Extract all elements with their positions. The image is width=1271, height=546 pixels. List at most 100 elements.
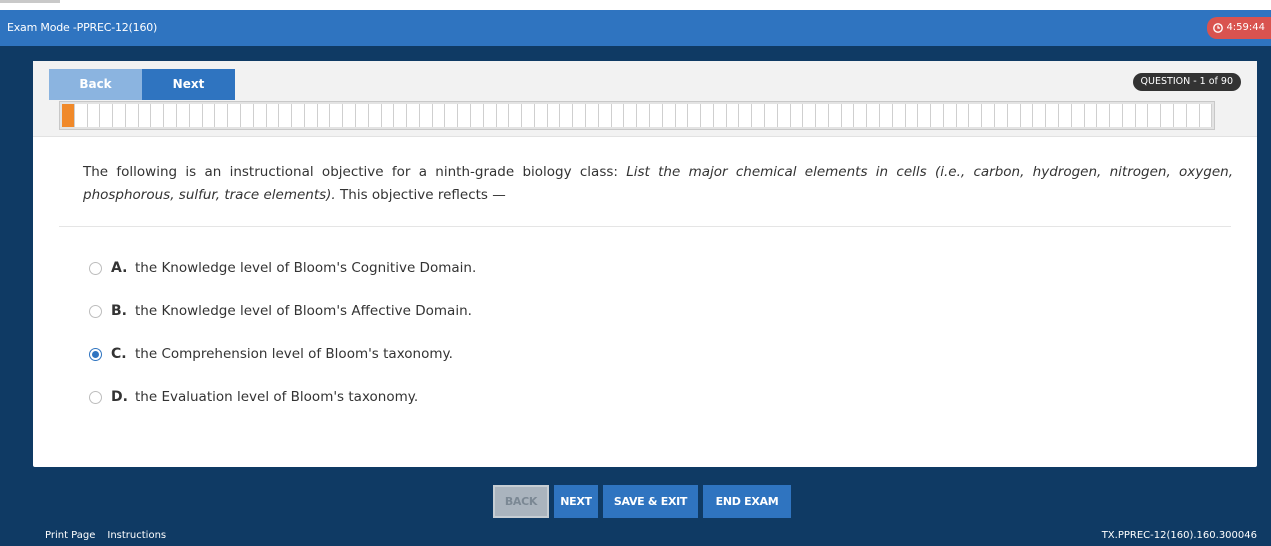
progress-cell[interactable] [956,104,970,127]
progress-cell[interactable] [240,104,254,127]
progress-cell[interactable] [343,104,356,127]
progress-cell[interactable] [151,104,165,127]
progress-cell[interactable] [445,104,459,127]
option-c-radio[interactable] [89,348,102,361]
progress-cell[interactable] [892,104,906,127]
option-b[interactable]: B. the Knowledge level of Bloom's Affect… [89,300,989,343]
progress-cell[interactable] [918,104,932,127]
progress-cell[interactable] [74,104,88,127]
progress-cell[interactable] [943,104,957,127]
progress-cell[interactable] [202,104,216,127]
progress-cell[interactable] [189,104,203,127]
option-a[interactable]: A. the Knowledge level of Bloom's Cognit… [89,257,989,300]
end-exam-button[interactable]: END EXAM [703,485,791,518]
progress-cell[interactable] [394,104,408,127]
progress-cell[interactable] [624,104,638,127]
progress-cell[interactable] [1007,104,1021,127]
progress-cell[interactable] [777,104,791,127]
progress-cell[interactable] [790,104,804,127]
progress-cell[interactable] [381,104,395,127]
progress-cell[interactable] [1097,104,1111,127]
next-action-button[interactable]: NEXT [554,485,598,518]
progress-cell[interactable] [880,104,893,127]
instructions-link[interactable]: Instructions [107,530,166,541]
option-d-radio[interactable] [89,391,102,404]
progress-cell[interactable] [62,104,75,127]
option-c[interactable]: C. the Comprehension level of Bloom's ta… [89,343,989,386]
progress-cell[interactable] [100,104,114,127]
progress-cell[interactable] [113,104,126,127]
progress-cell[interactable] [752,104,765,127]
progress-cell[interactable] [1161,104,1174,127]
progress-cell[interactable] [739,104,753,127]
progress-cell[interactable] [1046,104,1059,127]
progress-cell[interactable] [1148,104,1162,127]
progress-cell[interactable] [419,104,433,127]
progress-cell[interactable] [764,104,778,127]
progress-cell[interactable] [841,104,855,127]
progress-cell[interactable] [1020,104,1034,127]
progress-cell[interactable] [1199,104,1213,127]
progress-cell[interactable] [138,104,152,127]
progress-cell[interactable] [867,104,880,127]
progress-cell[interactable] [522,104,535,127]
progress-cell[interactable] [1110,104,1123,127]
save-exit-button[interactable]: SAVE & EXIT [603,485,698,518]
progress-cell[interactable] [573,104,587,127]
progress-cell[interactable] [828,104,842,127]
progress-cell[interactable] [304,104,318,127]
progress-cell[interactable] [292,104,305,127]
progress-cell[interactable] [266,104,280,127]
progress-cell[interactable] [317,104,331,127]
progress-cell[interactable] [649,104,663,127]
progress-cell[interactable] [279,104,293,127]
progress-cell[interactable] [982,104,996,127]
progress-cell[interactable] [330,104,344,127]
progress-cell[interactable] [509,104,523,127]
progress-cell[interactable] [355,104,369,127]
progress-cell[interactable] [1071,104,1085,127]
progress-cell[interactable] [483,104,497,127]
progress-cell[interactable] [1186,104,1200,127]
progress-cell[interactable] [905,104,919,127]
progress-cell[interactable] [995,104,1008,127]
progress-cell[interactable] [611,104,625,127]
progress-cell[interactable] [854,104,868,127]
progress-cell[interactable] [87,104,101,127]
progress-cell[interactable] [713,104,727,127]
back-action-button[interactable]: BACK [493,485,549,518]
progress-cell[interactable] [637,104,650,127]
progress-cell[interactable] [1122,104,1136,127]
progress-cell[interactable] [816,104,829,127]
progress-cell[interactable] [586,104,599,127]
progress-cell[interactable] [1084,104,1098,127]
print-page-link[interactable]: Print Page [45,530,95,541]
progress-cell[interactable] [432,104,446,127]
progress-cell[interactable] [1173,104,1187,127]
progress-cell[interactable] [969,104,983,127]
option-b-radio[interactable] [89,305,102,318]
back-button[interactable]: Back [49,69,142,100]
progress-cell[interactable] [931,104,944,127]
next-button[interactable]: Next [142,69,235,100]
progress-cell[interactable] [1058,104,1072,127]
progress-cell[interactable] [496,104,510,127]
progress-cell[interactable] [688,104,702,127]
progress-cell[interactable] [547,104,561,127]
progress-cell[interactable] [803,104,817,127]
progress-cell[interactable] [726,104,740,127]
progress-cell[interactable] [125,104,139,127]
progress-cell[interactable] [560,104,574,127]
progress-cell[interactable] [471,104,484,127]
progress-cell[interactable] [228,104,241,127]
progress-cell[interactable] [598,104,612,127]
progress-cell[interactable] [675,104,689,127]
progress-cell[interactable] [1135,104,1149,127]
progress-cell[interactable] [253,104,267,127]
progress-cell[interactable] [662,104,676,127]
progress-cell[interactable] [177,104,190,127]
progress-cell[interactable] [1033,104,1047,127]
progress-cell[interactable] [164,104,178,127]
progress-cell[interactable] [368,104,382,127]
option-a-radio[interactable] [89,262,102,275]
